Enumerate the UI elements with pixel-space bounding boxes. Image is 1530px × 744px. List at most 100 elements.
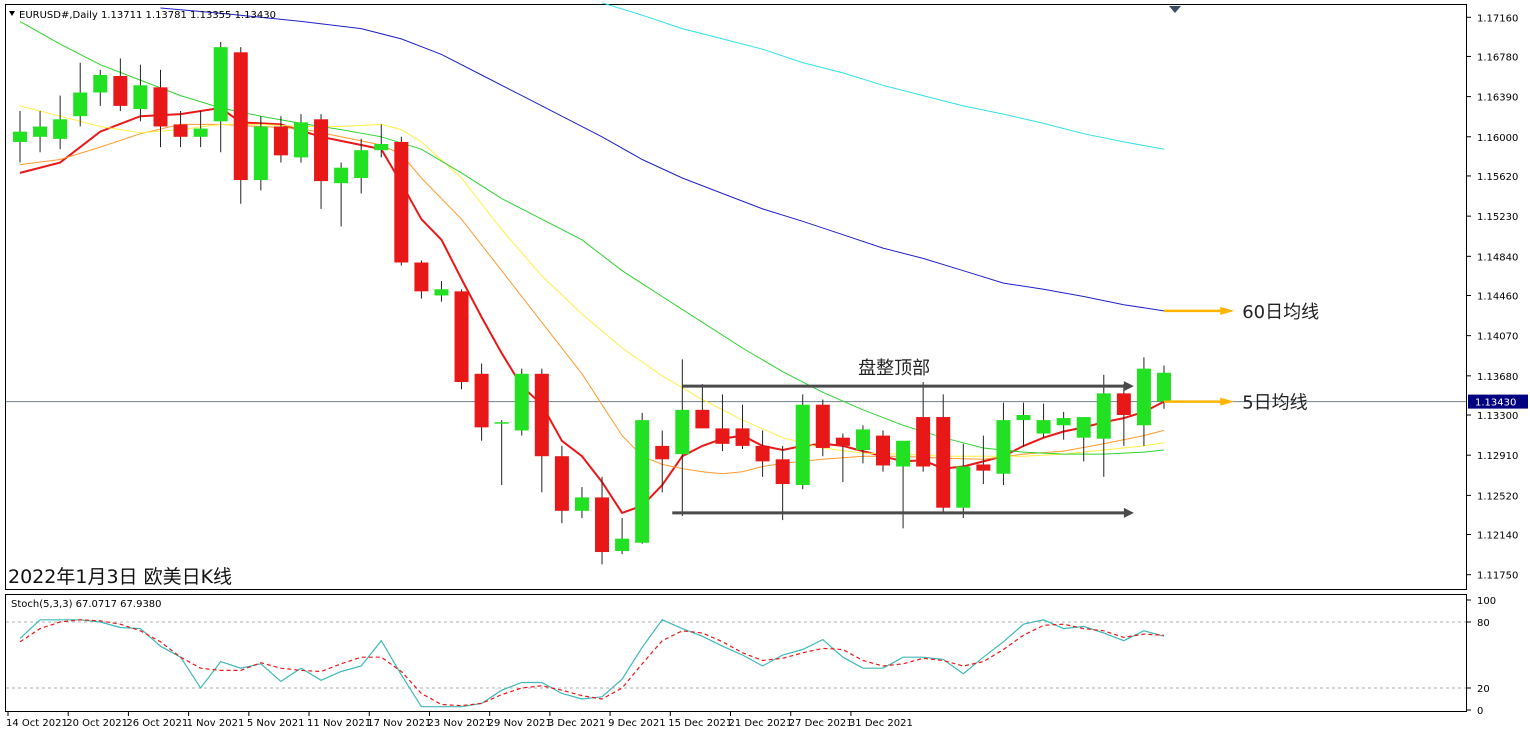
date-tick-label: 17 Nov 2021 xyxy=(367,718,431,729)
price-tick-label: 1.11750 xyxy=(1477,571,1518,582)
price-tick-label: 1.12910 xyxy=(1477,451,1518,462)
price-tick-label: 1.16390 xyxy=(1477,93,1518,104)
stoch-tick-label: 0 xyxy=(1477,706,1483,717)
bear-candle xyxy=(474,373,489,428)
bear-candle xyxy=(775,459,790,485)
bear-candle xyxy=(554,456,569,511)
stoch-tick-label: 100 xyxy=(1477,596,1496,607)
price-tick-label: 1.14070 xyxy=(1477,332,1518,343)
bull-candle xyxy=(1096,393,1111,439)
date-tick-label: 23 Nov 2021 xyxy=(427,718,491,729)
bull-candle xyxy=(73,92,88,117)
ma-pointer-label: 5日均线 xyxy=(1242,393,1307,414)
date-tick-label: 15 Dec 2021 xyxy=(668,718,732,729)
bull-candle xyxy=(293,122,308,158)
date-tick-label: 1 Nov 2021 xyxy=(187,718,245,729)
date-tick-label: 3 Dec 2021 xyxy=(548,718,606,729)
bull-candle xyxy=(514,373,529,431)
bull-candle xyxy=(33,126,48,137)
date-tick-label: 20 Oct 2021 xyxy=(66,718,128,729)
date-tick-label: 26 Oct 2021 xyxy=(126,718,188,729)
bear-candle xyxy=(454,291,469,383)
bear-candle xyxy=(153,87,168,127)
price-tick-label: 1.15230 xyxy=(1477,212,1518,223)
bull-candle xyxy=(896,440,911,467)
bull-candle xyxy=(53,119,68,139)
bear-candle xyxy=(936,417,951,508)
bear-candle xyxy=(976,464,991,471)
date-tick-label: 9 Dec 2021 xyxy=(608,718,666,729)
date-tick-label: 31 Dec 2021 xyxy=(849,718,913,729)
date-tick-label: 5 Nov 2021 xyxy=(247,718,305,729)
date-tick-label: 27 Dec 2021 xyxy=(789,718,853,729)
date-tick-label: 11 Nov 2021 xyxy=(307,718,371,729)
price-tick-label: 1.17160 xyxy=(1477,13,1518,24)
bull-candle xyxy=(1036,420,1051,434)
stoch-indicator-label: Stoch(5,3,3) 67.0717 67.9380 xyxy=(11,599,162,610)
stoch-tick-label: 80 xyxy=(1477,618,1490,629)
bear-candle xyxy=(314,119,329,182)
bull-candle xyxy=(354,150,369,179)
date-tick-label: 29 Nov 2021 xyxy=(488,718,552,729)
chart-root: 盘整顶部 60日均线 5日均线 1.17160 1.16780 1.16390 1.160… xyxy=(0,0,1530,740)
bull-candle xyxy=(434,289,449,296)
bull-candle xyxy=(996,420,1011,474)
bull-candle xyxy=(494,422,509,424)
bear-candle xyxy=(414,262,429,292)
bull-candle xyxy=(675,409,690,455)
bull-candle xyxy=(93,74,108,93)
bull-candle xyxy=(795,404,810,486)
date-tick-label: 14 Oct 2021 xyxy=(6,718,68,729)
bull-candle xyxy=(574,497,589,511)
price-tick-label: 1.12520 xyxy=(1477,491,1518,502)
bear-candle xyxy=(655,445,670,460)
bear-candle xyxy=(835,437,850,446)
price-tick-label: 1.13680 xyxy=(1477,372,1518,383)
bear-candle xyxy=(273,126,288,156)
price-tick-label: 1.16000 xyxy=(1477,133,1518,144)
chart-title: 2022年1月3日 欧美日K线 xyxy=(8,566,232,588)
bull-candle xyxy=(193,128,208,137)
bull-candle xyxy=(855,429,870,451)
bear-candle xyxy=(715,428,730,444)
bear-candle xyxy=(755,445,770,462)
chart-svg: 盘整顶部 60日均线 5日均线 1.17160 1.16780 1.16390 1.160… xyxy=(5,2,1528,729)
bull-candle xyxy=(334,167,349,184)
bear-candle xyxy=(233,52,248,181)
range-top-label: 盘整顶部 xyxy=(858,358,930,379)
bull-candle xyxy=(1016,414,1031,421)
bull-candle xyxy=(956,466,971,508)
price-tick-label: 1.12140 xyxy=(1477,531,1518,542)
bull-candle xyxy=(615,538,630,551)
bear-candle xyxy=(815,404,830,448)
bear-candle xyxy=(394,141,409,263)
price-tick-label: 1.15620 xyxy=(1477,172,1518,183)
price-tick-label: 1.16780 xyxy=(1477,52,1518,63)
bear-candle xyxy=(916,417,931,467)
price-tick-label: 1.14460 xyxy=(1477,291,1518,302)
bear-candle xyxy=(173,124,188,137)
bull-candle xyxy=(1136,368,1151,426)
bear-candle xyxy=(876,435,891,466)
stoch-tick-label: 20 xyxy=(1477,684,1490,695)
price-tick-label: 1.13300 xyxy=(1477,411,1518,422)
bull-candle xyxy=(253,126,268,181)
bear-candle xyxy=(1116,393,1131,415)
date-tick-label: 21 Dec 2021 xyxy=(729,718,793,729)
symbol-header: EURUSD#,Daily 1.13711 1.13781 1.13355 1.… xyxy=(19,10,276,21)
bull-candle xyxy=(213,47,228,122)
bull-candle xyxy=(635,420,650,543)
bear-candle xyxy=(113,76,128,106)
bull-candle xyxy=(133,85,148,109)
current-price-label: 1.13430 xyxy=(1475,398,1516,409)
bull-candle xyxy=(13,131,27,142)
bull-candle xyxy=(1056,418,1071,426)
indicator-panel-frame xyxy=(5,594,1467,712)
bull-candle xyxy=(1156,372,1171,402)
bear-candle xyxy=(595,497,610,553)
price-tick-label: 1.14840 xyxy=(1477,252,1518,263)
bull-candle xyxy=(1076,417,1091,438)
bull-candle xyxy=(374,144,389,151)
bear-candle xyxy=(695,409,710,429)
ma-pointer-label: 60日均线 xyxy=(1242,302,1319,323)
